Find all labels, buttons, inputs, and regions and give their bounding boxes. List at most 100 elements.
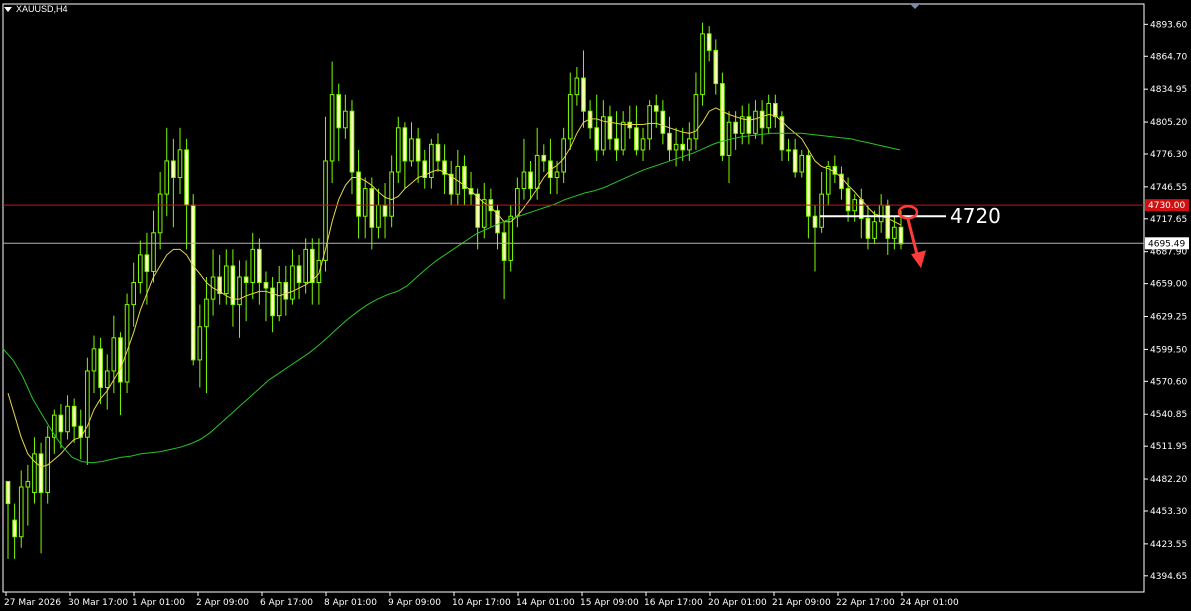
candle-body bbox=[157, 193, 163, 234]
candle-body bbox=[581, 77, 586, 112]
x-tick-label: 16 Apr 17:00 bbox=[644, 598, 703, 608]
y-tick-label: 4599.50 bbox=[1150, 345, 1187, 355]
candle-body bbox=[137, 254, 143, 284]
x-tick-label: 27 Mar 2026 bbox=[4, 598, 61, 608]
candle-body bbox=[521, 171, 527, 190]
candle-body bbox=[554, 171, 560, 179]
candle-body bbox=[772, 102, 778, 118]
candle-body bbox=[872, 221, 877, 239]
y-tick-label: 4540.85 bbox=[1150, 410, 1187, 420]
candle-body bbox=[885, 204, 891, 239]
candle-body bbox=[660, 110, 666, 134]
candle-body bbox=[402, 127, 408, 162]
y-tick-label: 4511.95 bbox=[1150, 442, 1187, 452]
y-tick-label: 4394.65 bbox=[1150, 572, 1187, 582]
candle-body bbox=[508, 215, 514, 261]
x-tick-label: 22 Apr 17:00 bbox=[836, 598, 895, 608]
candle-body bbox=[382, 204, 388, 217]
candle-body bbox=[250, 248, 256, 284]
candle-body bbox=[567, 94, 573, 140]
candle-body bbox=[667, 132, 672, 151]
x-tick-label: 10 Apr 17:00 bbox=[452, 598, 511, 608]
candle-body bbox=[706, 33, 712, 51]
candle-body bbox=[865, 217, 871, 239]
candle-body bbox=[389, 171, 394, 217]
x-tick-label: 24 Apr 01:00 bbox=[900, 598, 959, 608]
candle-body bbox=[607, 116, 613, 140]
candle-body bbox=[296, 265, 302, 284]
candle-body bbox=[700, 33, 705, 96]
candle-body bbox=[124, 304, 130, 383]
candle-body bbox=[614, 138, 619, 151]
candle-body bbox=[343, 110, 348, 129]
candle-body bbox=[309, 248, 315, 284]
candle-body bbox=[349, 110, 355, 173]
candle-body bbox=[640, 138, 646, 151]
candle-body bbox=[806, 154, 811, 217]
y-tick-label: 4893.60 bbox=[1150, 20, 1187, 30]
shift-marker-icon bbox=[910, 4, 920, 9]
candle-body bbox=[594, 127, 600, 151]
candle-body bbox=[5, 480, 11, 505]
candle-body bbox=[369, 188, 375, 228]
candle-body bbox=[415, 138, 421, 162]
candle-body bbox=[786, 149, 791, 152]
y-tick-label: 4717.65 bbox=[1150, 215, 1187, 225]
candle-body bbox=[223, 265, 229, 295]
y-tick-label: 4659.00 bbox=[1150, 280, 1187, 290]
y-tick-label: 4482.20 bbox=[1150, 475, 1187, 485]
resistance-price-label: 4730.00 bbox=[1148, 201, 1185, 211]
x-tick-label: 14 Apr 01:00 bbox=[516, 598, 575, 608]
y-tick-label: 4746.55 bbox=[1150, 183, 1187, 193]
candle-body bbox=[395, 127, 401, 173]
candle-body bbox=[878, 204, 884, 223]
candle-body bbox=[720, 83, 725, 156]
y-tick-label: 4629.25 bbox=[1150, 313, 1187, 323]
candle-body bbox=[197, 326, 203, 361]
candle-body bbox=[653, 105, 659, 112]
candle-body bbox=[534, 154, 540, 190]
candle-body bbox=[792, 149, 798, 173]
candle-body bbox=[759, 110, 765, 129]
candle-body bbox=[753, 110, 758, 134]
candle-body bbox=[71, 405, 77, 427]
candle-body bbox=[276, 282, 282, 317]
candle-body bbox=[85, 370, 90, 438]
candle-body bbox=[892, 226, 897, 239]
candle-body bbox=[336, 94, 342, 129]
x-tick-label: 9 Apr 09:00 bbox=[388, 598, 441, 608]
candle-body bbox=[627, 121, 633, 129]
candle-body bbox=[475, 193, 480, 228]
candle-body bbox=[303, 248, 308, 284]
candle-body bbox=[290, 265, 295, 300]
x-tick-label: 21 Apr 09:00 bbox=[772, 598, 831, 608]
candle-body bbox=[713, 49, 719, 85]
candle-body bbox=[673, 143, 679, 151]
candle-body bbox=[171, 160, 176, 179]
candle-body bbox=[98, 348, 103, 389]
y-tick-label: 4423.55 bbox=[1150, 540, 1187, 550]
candle-body bbox=[177, 149, 183, 179]
candle-body bbox=[283, 282, 289, 300]
candle-body bbox=[799, 154, 805, 173]
candle-body bbox=[104, 370, 110, 389]
x-tick-label: 8 Apr 01:00 bbox=[324, 598, 377, 608]
candle-body bbox=[409, 138, 414, 162]
candle-body bbox=[845, 188, 851, 212]
y-tick-label: 4805.20 bbox=[1150, 118, 1187, 128]
candle-body bbox=[58, 414, 64, 433]
x-tick-label: 1 Apr 01:00 bbox=[132, 598, 185, 608]
candle-body bbox=[528, 171, 533, 190]
annotation-arrow-shaft bbox=[906, 218, 920, 259]
price-chart[interactable]: 4893.60 4864.70 4834.95 4805.20 4776.30 4746.… bbox=[0, 0, 1191, 611]
y-tick-label: 4453.30 bbox=[1150, 507, 1187, 517]
candle-body bbox=[693, 94, 699, 140]
candle-body bbox=[111, 337, 117, 372]
candle-body bbox=[257, 248, 262, 284]
candle-body bbox=[819, 193, 824, 228]
candle-body bbox=[329, 94, 335, 162]
candle-body bbox=[38, 453, 44, 494]
candle-body bbox=[766, 102, 772, 129]
x-tick-label: 20 Apr 01:00 bbox=[708, 598, 767, 608]
candle-body bbox=[243, 276, 249, 284]
